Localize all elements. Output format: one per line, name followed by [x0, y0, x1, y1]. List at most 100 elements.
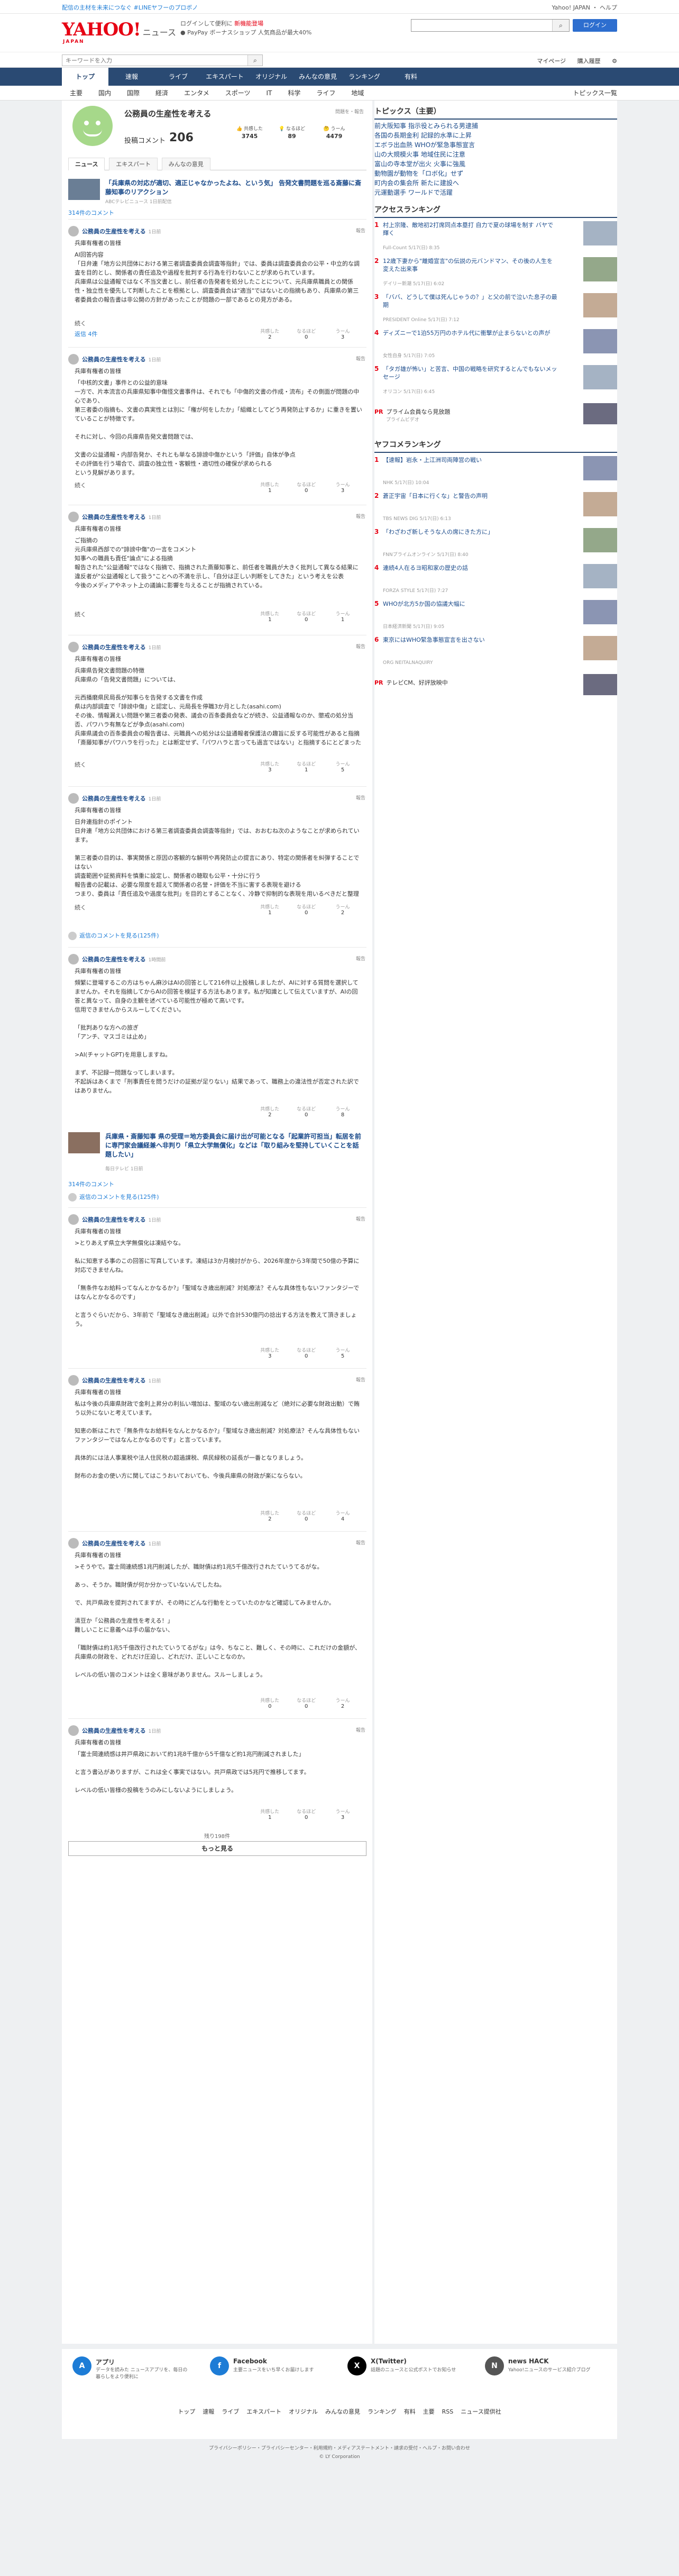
hmm-button[interactable]: うーん 5	[325, 1346, 360, 1359]
footer-link[interactable]: トップ	[178, 2408, 195, 2415]
legal-links[interactable]: プライバシーポリシー・プライバシーセンター・利用規約・メディアステートメント・請…	[0, 2444, 679, 2453]
login-button[interactable]: ログイン	[573, 19, 617, 32]
sympathy-button[interactable]: 共感した 1	[252, 481, 287, 494]
comment-author[interactable]: 公務員の生産性を考える 1日前	[82, 1215, 161, 1224]
subnav-economy[interactable]: 経済	[148, 86, 176, 101]
ranking-item[interactable]: 1 【速報】岩永・上江洲司両陣営の戦い NHK 5/17(日) 10:04	[374, 456, 617, 490]
comment-author[interactable]: 公務員の生産性を考える 1日前	[82, 643, 161, 651]
ranking-item[interactable]: 4 ディズニーで1泊55万円のホテル代に衝撃が止まらないとの声が 女性自身 5/17…	[374, 329, 617, 363]
subnav-entertainment[interactable]: エンタメ	[176, 86, 217, 101]
insight-button[interactable]: なるほど 0	[289, 610, 324, 623]
ranking-item[interactable]: 3 「わざわざ新しそうな人の席にきた方に」 FNNプライムオンライン 5/17(日)…	[374, 528, 617, 562]
tab-opinions[interactable]: みんなの意見	[161, 158, 210, 170]
hmm-button[interactable]: うーん 3	[325, 327, 360, 340]
subnav-it[interactable]: IT	[258, 86, 280, 101]
read-more-link[interactable]: 続く	[75, 760, 86, 769]
topic-link[interactable]: 山の大規模火事 地域住民に注意	[374, 150, 465, 159]
footer-link[interactable]: ライブ	[222, 2408, 239, 2415]
sympathy-button[interactable]: 共感した 2	[252, 1105, 287, 1118]
insight-button[interactable]: なるほど 0	[289, 1105, 324, 1118]
nav-opinions[interactable]: みんなの意見	[295, 68, 341, 86]
ranking-item[interactable]: 2 12歳下妻から"離婚宣言"の伝説の元バンドマン、その後の人生を変えた出来事 デイ…	[374, 257, 617, 291]
footer-link[interactable]: みんなの意見	[325, 2408, 360, 2415]
nav-ranking[interactable]: ランキング	[341, 68, 388, 86]
nav-top[interactable]: トップ	[62, 68, 108, 86]
nav-paid[interactable]: 有料	[388, 68, 434, 86]
keyword-search-input[interactable]	[62, 55, 242, 66]
hmm-button[interactable]: うーん 2	[325, 1697, 360, 1709]
report-link[interactable]: 報告	[356, 955, 365, 962]
yahoo-news-logo[interactable]: YAHOO! ニュース JAPAN	[62, 19, 176, 44]
ranking-item[interactable]: 6 東京にはWHO緊急事態宣言を出さない ORG NEITALNAQUIRY	[374, 636, 617, 670]
report-link[interactable]: 報告	[356, 1215, 365, 1222]
ranking-item[interactable]: 1 村上宗隆、敵地初2打席同点本塁打 自力で夏の球場を制す バヤで輝く Full-C…	[374, 221, 617, 255]
new-feature-link[interactable]: 新機能登場	[234, 20, 263, 27]
comment-author[interactable]: 公務員の生産性を考える 1日前	[82, 1726, 161, 1735]
sympathy-button[interactable]: 共感した 1	[252, 610, 287, 623]
report-link[interactable]: 報告	[356, 1376, 365, 1383]
sympathy-button[interactable]: 共感した 0	[252, 1697, 287, 1709]
nav-original[interactable]: オリジナル	[248, 68, 295, 86]
footer-x-link[interactable]: X X(Twitter) 話題のニュースと公式ポストでお知らせ	[347, 2356, 474, 2393]
footer-link[interactable]: 主要	[423, 2408, 435, 2415]
topic-link[interactable]: 動物園が動物を「ロボ化」せず	[374, 169, 463, 178]
topic-link[interactable]: 富山の寺本堂が出火 火事に強風	[374, 160, 465, 169]
nav-live[interactable]: ライブ	[155, 68, 201, 86]
ranking-item[interactable]: 5 WHOが北方5か国の協議大幅に 日本経済新聞 5/17(日) 9:05	[374, 600, 617, 634]
subnav-sports[interactable]: スポーツ	[217, 86, 259, 101]
report-link[interactable]: 報告	[356, 643, 365, 650]
insight-button[interactable]: なるほど 0	[289, 1346, 324, 1359]
topic-link[interactable]: エボラ出血熱 WHOが緊急事態宣言	[374, 141, 475, 150]
article-link[interactable]: 兵庫県・斎藤知事 県の受理＝地方委員会に届け出が可能となる「起業許可担当」転居を…	[68, 1132, 366, 1175]
insight-button[interactable]: なるほど 0	[289, 1808, 324, 1821]
read-more-link[interactable]: 続く	[75, 319, 86, 327]
view-replies-link[interactable]: 返信のコメントを見る(125件)	[68, 1193, 159, 1201]
hmm-button[interactable]: うーん 3	[325, 1808, 360, 1821]
yahoo-japan-link[interactable]: Yahoo! JAPAN	[552, 4, 590, 11]
hmm-button[interactable]: うーん 5	[325, 760, 360, 773]
subnav-domestic[interactable]: 国内	[90, 86, 119, 101]
article-link[interactable]: 「兵庫県の対応が適切、適正じゃなかったよね、という気」 告発文書問題を巡る斎藤に…	[68, 179, 366, 205]
comment-count-link[interactable]: 314件のコメント	[68, 1180, 114, 1188]
subnav-science[interactable]: 科学	[280, 86, 308, 101]
sympathy-button[interactable]: 共感した 1	[252, 1808, 287, 1821]
ranking-item[interactable]: 4 連続4人在るヨ昭和家の歴史の話 FORZA STYLE 5/17(日) 7:27	[374, 564, 617, 598]
nav-breaking[interactable]: 速報	[108, 68, 155, 86]
hmm-button[interactable]: うーん 4	[325, 1509, 360, 1522]
insight-button[interactable]: なるほど 0	[289, 481, 324, 494]
mypage-link[interactable]: マイページ	[537, 58, 566, 65]
search-icon[interactable]: ⌕	[552, 20, 569, 31]
sympathy-button[interactable]: 共感した 1	[252, 903, 287, 916]
ranking-item[interactable]: 2 蒼正宇宙「日本に行くな」と警告の声明 TBS NEWS DIG 5/17(日) …	[374, 492, 617, 526]
footer-link[interactable]: エキスパート	[246, 2408, 281, 2415]
hmm-button[interactable]: うーん 3	[325, 481, 360, 494]
comment-author[interactable]: 公務員の生産性を考える 1日前	[82, 355, 161, 363]
sympathy-button[interactable]: 共感した 2	[252, 327, 287, 340]
report-link[interactable]: 報告	[356, 1539, 365, 1546]
footer-link[interactable]: 速報	[203, 2408, 214, 2415]
subnav-region[interactable]: 地域	[343, 86, 372, 101]
report-link[interactable]: 報告	[356, 513, 365, 520]
purchase-history-link[interactable]: 購入履歴	[577, 58, 601, 65]
report-problem-link[interactable]: 問題を・報告	[335, 108, 364, 115]
search-icon[interactable]: ⌕	[247, 55, 262, 66]
comment-author[interactable]: 公務員の生産性を考える 1日前	[82, 1539, 161, 1548]
replies-link[interactable]: 返信 4件	[75, 330, 98, 338]
hmm-button[interactable]: うーん 1	[325, 610, 360, 623]
footer-link[interactable]: ランキング	[368, 2408, 397, 2415]
insight-button[interactable]: なるほど 0	[289, 1509, 324, 1522]
comment-author[interactable]: 公務員の生産性を考える 1日前	[82, 227, 161, 235]
subnav-main[interactable]: 主要	[62, 86, 90, 101]
footer-link[interactable]: オリジナル	[289, 2408, 318, 2415]
hmm-button[interactable]: うーん 2	[325, 903, 360, 916]
help-link[interactable]: ヘルプ	[600, 4, 617, 11]
comment-author[interactable]: 公務員の生産性を考える 1時間前	[82, 955, 166, 963]
subnav-life[interactable]: ライフ	[308, 86, 343, 101]
topic-link[interactable]: 町内会の集会所 新たに建設へ	[374, 179, 459, 188]
sympathy-button[interactable]: 共感した 3	[252, 760, 287, 773]
more-button[interactable]: もっと見る	[68, 1841, 366, 1856]
footer-newshack-link[interactable]: Nnews HACK Yahoo!ニュースのサービス紹介ブログ	[485, 2356, 612, 2393]
insight-button[interactable]: なるほど 0	[289, 903, 324, 916]
sympathy-button[interactable]: 共感した 2	[252, 1509, 287, 1522]
header-search-input[interactable]	[411, 20, 549, 31]
